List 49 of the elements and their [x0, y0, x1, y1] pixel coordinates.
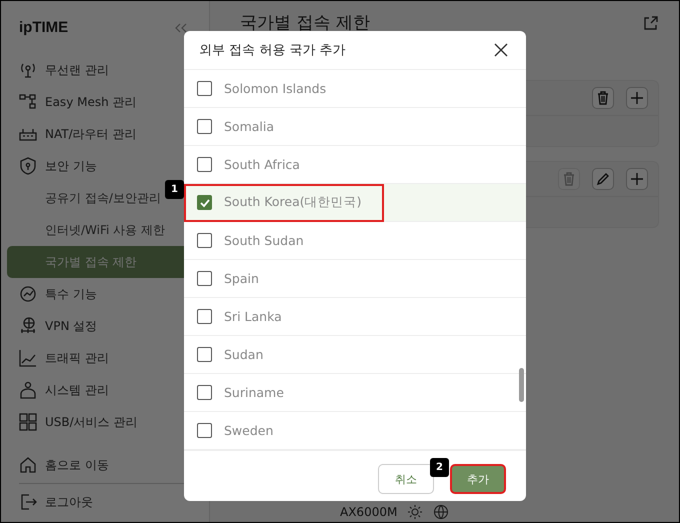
nav-item[interactable]: 로그아웃 — [7, 486, 209, 518]
cancel-button[interactable]: 취소 — [378, 464, 434, 494]
checkbox[interactable] — [197, 309, 212, 324]
checkbox[interactable] — [197, 385, 212, 400]
trash-icon — [596, 91, 610, 105]
antenna-icon — [19, 61, 37, 79]
country-option[interactable]: Sri Lanka — [184, 298, 526, 336]
logout-icon — [19, 493, 37, 511]
checkbox[interactable] — [197, 81, 212, 96]
pencil-icon — [596, 172, 610, 186]
country-option[interactable]: Spain — [184, 260, 526, 298]
globe-icon[interactable] — [433, 504, 450, 520]
add-button[interactable]: 추가 — [450, 464, 506, 494]
dialog-title: 외부 접속 허용 국가 추가 — [199, 42, 346, 59]
plus-icon — [630, 91, 644, 105]
nav-item[interactable]: 홈으로 이동 — [7, 449, 209, 481]
delete-button[interactable] — [592, 87, 614, 109]
scrollbar-thumb[interactable] — [519, 368, 524, 402]
mesh-icon — [19, 93, 37, 111]
country-option[interactable]: Solomon Islands — [184, 70, 526, 108]
home-icon — [19, 456, 37, 474]
country-option[interactable]: Sudan — [184, 336, 526, 374]
checkbox[interactable] — [197, 233, 212, 248]
brand-logo: ipTIME — [19, 19, 68, 36]
close-icon[interactable] — [494, 43, 508, 57]
share-icon[interactable] — [643, 14, 659, 30]
country-option[interactable]: Sweden — [184, 412, 526, 450]
checkbox[interactable] — [197, 119, 212, 134]
edit-button[interactable] — [592, 168, 614, 190]
add-button[interactable] — [626, 87, 648, 109]
country-option[interactable]: South Sudan — [184, 222, 526, 260]
globe-icon — [19, 317, 37, 335]
person-icon — [19, 381, 37, 399]
checkbox[interactable] — [197, 195, 212, 210]
shield-icon — [19, 157, 37, 175]
step-badge: 1 — [165, 180, 184, 199]
model-name: AX6000M — [340, 505, 398, 519]
step-badge: 2 — [430, 458, 449, 477]
chart-icon — [19, 349, 37, 367]
page-title: 국가별 접속 제한 — [240, 12, 370, 34]
country-option[interactable]: Somalia — [184, 108, 526, 146]
checkbox[interactable] — [197, 271, 212, 286]
checkbox[interactable] — [197, 157, 212, 172]
checkbox[interactable] — [197, 423, 212, 438]
sun-icon[interactable] — [407, 504, 424, 520]
checkbox[interactable] — [197, 347, 212, 362]
add-button[interactable] — [626, 168, 648, 190]
plus-icon — [630, 172, 644, 186]
grid-icon — [19, 413, 37, 431]
